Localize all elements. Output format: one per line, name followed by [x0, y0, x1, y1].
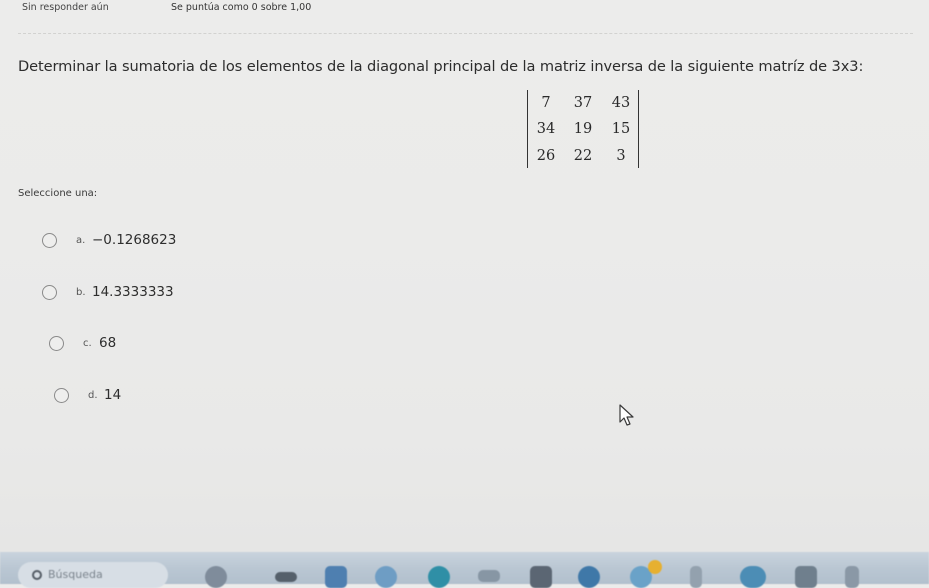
mouse-cursor-icon	[619, 404, 634, 426]
matrix: 7 37 43 34 19 15 26 22 3	[527, 90, 639, 168]
answer-option-a[interactable]: a. −0.1268623	[42, 229, 176, 251]
matrix-cell: 7	[541, 95, 551, 111]
option-value: 68	[99, 335, 117, 351]
taskbar: Búsqueda	[0, 552, 929, 588]
radio-button[interactable]	[42, 232, 57, 248]
app-icon[interactable]	[690, 566, 702, 588]
answer-option-b[interactable]: b. 14.3333333	[42, 281, 174, 303]
search-label: Búsqueda	[48, 568, 103, 581]
radio-button[interactable]	[42, 284, 57, 300]
mail-icon[interactable]	[478, 570, 500, 582]
app-icon[interactable]	[578, 566, 600, 588]
radio-button[interactable]	[49, 335, 64, 351]
matrix-cell: 34	[536, 121, 556, 137]
radio-button[interactable]	[54, 387, 69, 403]
browser-icon[interactable]	[205, 566, 227, 588]
option-letter: a.	[76, 234, 86, 246]
option-value: −0.1268623	[92, 232, 177, 248]
calendar-icon[interactable]	[325, 566, 347, 588]
divider	[18, 33, 913, 34]
weather-icon[interactable]	[375, 566, 397, 588]
option-letter: c.	[83, 337, 92, 349]
option-value: 14	[104, 387, 122, 403]
answer-prompt: Seleccione una:	[18, 188, 98, 199]
app-icon[interactable]	[530, 566, 552, 588]
edge-icon[interactable]	[428, 566, 450, 588]
app-icon[interactable]	[740, 566, 766, 588]
search-icon	[32, 570, 42, 580]
answer-option-d[interactable]: d. 14	[54, 384, 121, 406]
question-state: Sin responder aún	[22, 2, 109, 13]
matrix-cell: 22	[573, 148, 593, 164]
matrix-cell: 37	[573, 95, 593, 111]
app-icon[interactable]	[845, 566, 859, 588]
matrix-cell: 19	[573, 121, 593, 137]
answer-option-c[interactable]: c. 68	[49, 332, 116, 354]
option-letter: b.	[76, 286, 86, 298]
option-letter: d.	[88, 389, 98, 401]
question-text: Determinar la sumatoria de los elementos…	[18, 58, 864, 75]
question-info-bar: Sin responder aún Se puntúa como 0 sobre…	[0, 0, 929, 16]
app-icon[interactable]	[795, 566, 817, 588]
question-grade: Se puntúa como 0 sobre 1,00	[171, 2, 312, 13]
matrix-cell: 43	[611, 95, 631, 111]
matrix-cell: 3	[616, 148, 626, 164]
matrix-cell: 26	[536, 148, 556, 164]
app-icon[interactable]	[648, 560, 662, 574]
taskbar-search[interactable]: Búsqueda	[18, 562, 168, 588]
option-value: 14.3333333	[92, 284, 174, 300]
matrix-cell: 15	[611, 121, 631, 137]
file-explorer-icon[interactable]	[275, 572, 297, 582]
